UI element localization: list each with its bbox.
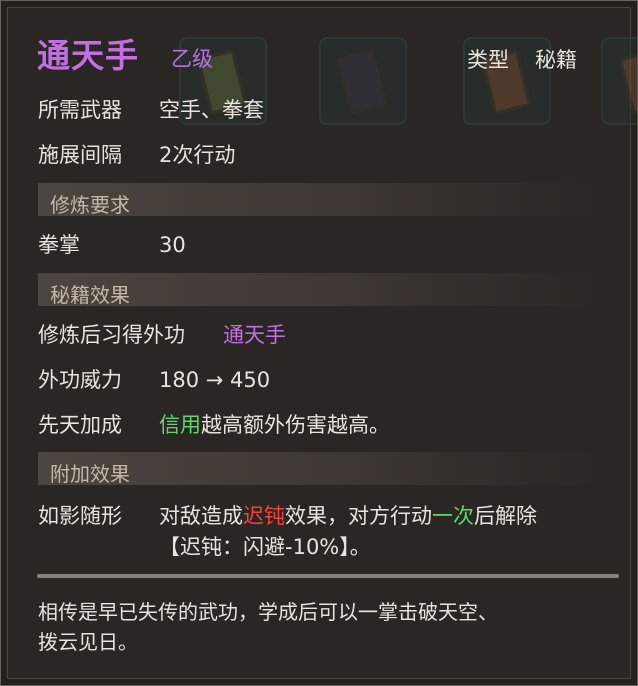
flavor-text-line: 拨云见日。	[38, 630, 138, 654]
skill-power-label: 外功威力	[38, 368, 122, 392]
section-title: 修炼要求	[50, 193, 130, 217]
skill-title: 通天手	[37, 36, 139, 75]
section-title: 附加效果	[50, 462, 130, 486]
book-icon	[336, 49, 388, 115]
item-tooltip-panel: 通天手 乙级 类型 秘籍 所需武器 空手、拳套 施展间隔 2次行动 修炼要求 拳…	[0, 0, 638, 686]
innate-bonus-label: 先天加成	[38, 413, 122, 437]
debuff-detail: 【迟钝：闪避-10%】。	[159, 535, 371, 559]
extra-effect-description: 对敌造成迟钝效果，对方行动一次后解除	[159, 506, 537, 527]
required-weapon-value: 空手、拳套	[159, 98, 264, 122]
effect-text: 对敌造成	[159, 504, 243, 528]
turn-count: 一次	[432, 504, 474, 528]
effect-text: 效果，对方行动	[285, 504, 432, 528]
section-header-training-requirements: 修炼要求	[38, 183, 598, 217]
background-item-slot	[319, 37, 407, 125]
innate-bonus-value: 信用越高额外伤害越高。	[159, 415, 390, 436]
innate-bonus-text: 越高额外伤害越高。	[201, 413, 390, 437]
section-header-extra-effect: 附加效果	[38, 452, 598, 486]
cast-interval-value: 2次行动	[159, 143, 236, 167]
type-value: 秘籍	[535, 48, 577, 72]
fist-palm-value: 30	[159, 233, 186, 257]
debuff-name: 迟钝	[243, 504, 285, 528]
section-header-book-effect: 秘籍效果	[38, 273, 598, 307]
section-title: 秘籍效果	[50, 283, 130, 307]
book-icon	[618, 49, 637, 115]
cast-interval-label: 施展间隔	[38, 143, 122, 167]
flavor-text-line: 相传是早已失传的武功，学成后可以一掌击破天空、	[38, 600, 498, 624]
type-label: 类型	[467, 48, 509, 72]
innate-attribute-highlight: 信用	[159, 413, 201, 437]
background-item-slot	[601, 37, 637, 125]
grade-label: 乙级	[171, 47, 213, 71]
learned-skill-label: 修炼后习得外功	[38, 323, 185, 347]
learned-skill-value: 通天手	[223, 323, 286, 347]
skill-power-value: 180 → 450	[159, 368, 271, 392]
extra-effect-name: 如影随形	[38, 504, 122, 528]
fist-palm-label: 拳掌	[38, 233, 80, 257]
required-weapon-label: 所需武器	[38, 98, 122, 122]
effect-text: 后解除	[474, 504, 537, 528]
divider	[37, 574, 619, 578]
